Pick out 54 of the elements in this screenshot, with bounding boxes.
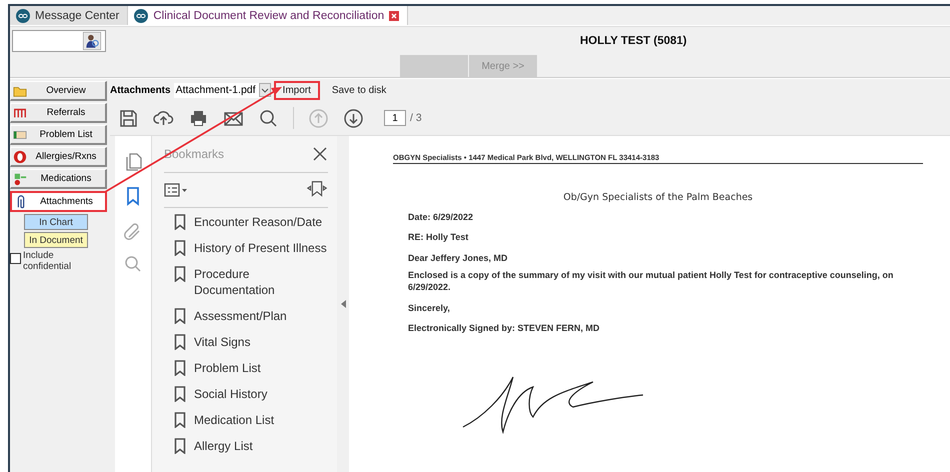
app-logo-icon: [134, 8, 148, 22]
sidebar-item[interactable]: Allergies/Rxns: [10, 147, 107, 167]
page-number-field[interactable]: 1: [384, 110, 406, 126]
checkbox-label: Include confidential: [23, 250, 72, 272]
person-search-icon[interactable]: [83, 32, 101, 50]
caret-icon[interactable]: [258, 83, 271, 97]
bookmark-icon: [174, 214, 186, 230]
close-icon[interactable]: [389, 10, 400, 20]
bookmark-icon: [174, 334, 186, 350]
sidebar-item[interactable]: Referrals: [10, 103, 107, 123]
bookmark-item[interactable]: Allergy List: [194, 438, 253, 454]
bookmark-item[interactable]: Social History: [194, 386, 268, 402]
patient-name: HOLLY TEST (5081): [580, 35, 687, 47]
bookmark-icon: [174, 438, 186, 454]
drop-icon: [13, 150, 27, 164]
page-total: / 3: [410, 112, 422, 124]
bookmark-item[interactable]: Problem List: [194, 360, 261, 376]
bookmark-item[interactable]: Vital Signs: [194, 334, 250, 350]
file-dropdown[interactable]: Attachment-1.pdf: [174, 82, 271, 98]
bookmark-item[interactable]: Assessment/Plan: [194, 308, 287, 324]
bookmark-item[interactable]: Encounter Reason/Date: [194, 214, 322, 230]
bookmark-icon: [174, 308, 186, 324]
save-icon[interactable]: [118, 108, 139, 128]
sidebar-item[interactable]: Attachments: [10, 191, 107, 212]
bookmark-item[interactable]: Medication List: [194, 412, 274, 428]
letter-body: Enclosed is a copy of the summary of my visit with our mutual patient Holly Test for contraceptive counseling, on 6/29/2022.: [408, 269, 894, 293]
letter-date: Date: 6/29/2022: [408, 212, 474, 222]
letter-heading: Ob/Gyn Specialists of the Palm Beaches: [562, 192, 754, 203]
letter-subject: RE: Holly Test: [408, 232, 470, 242]
letter-closing: Sincerely,: [408, 303, 451, 313]
bookmark-icon: [174, 412, 186, 428]
bookmark-icon: [174, 386, 186, 402]
tab[interactable]: Message Center: [10, 6, 128, 25]
list-options-icon[interactable]: [164, 182, 188, 198]
sidebar-item[interactable]: Medications: [10, 169, 107, 189]
bookmark-icon: [174, 360, 186, 376]
checkbox[interactable]: [10, 253, 21, 264]
close-icon[interactable]: [312, 146, 328, 162]
bookmark-item[interactable]: History of Present Illness: [194, 240, 327, 256]
bookmark-icon: [174, 266, 186, 282]
search-field[interactable]: [12, 30, 106, 52]
attachments-label: Attachments: [110, 84, 171, 96]
app-logo-icon: [16, 8, 30, 22]
filter-button[interactable]: In Chart: [24, 214, 88, 230]
action-button[interactable]: Save to disk: [322, 80, 396, 100]
search-icon[interactable]: [258, 108, 279, 128]
letter-salutation: Dear Jeffery Jones, MD: [408, 253, 509, 263]
bookmark-icon: [174, 240, 186, 256]
sidebar-item[interactable]: Problem List: [10, 125, 107, 145]
letter-signature-line: Electronically Signed by: STEVEN FERN, MD: [408, 323, 601, 333]
sidebar-item[interactable]: Overview: [10, 81, 107, 101]
bookmark-item[interactable]: Procedure Documentation: [194, 266, 328, 298]
tab[interactable]: Clinical Document Review and Reconciliation: [128, 6, 408, 25]
filter-button[interactable]: In Document: [24, 232, 88, 248]
